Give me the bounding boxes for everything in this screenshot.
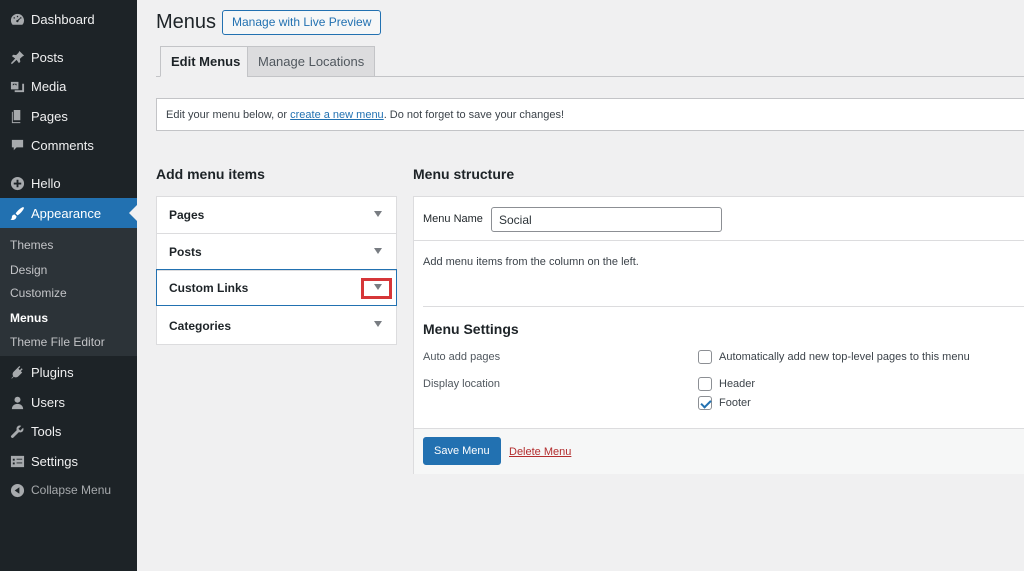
- tab-edit-menus[interactable]: Edit Menus: [160, 46, 252, 77]
- sidebar-item-label: Comments: [31, 137, 94, 153]
- submenu-item-design[interactable]: Design: [10, 263, 47, 277]
- sidebar-item-label: Appearance: [31, 205, 102, 221]
- menu-structure-heading: Menu structure: [413, 166, 515, 182]
- auto-add-pages-option-label: Automatically add new top-level pages to…: [719, 351, 970, 363]
- admin-sidebar: Dashboard Posts Media Pages Comments Hel…: [0, 0, 137, 571]
- delete-menu-link[interactable]: Delete Menu: [509, 446, 571, 458]
- sidebar-item-label: Pages: [31, 108, 68, 124]
- location-footer-option[interactable]: Footer: [698, 396, 751, 410]
- media-icon: [9, 78, 25, 94]
- edit-menu-notice: Edit your menu below, or create a new me…: [156, 98, 1024, 131]
- sidebar-item-media[interactable]: Media: [0, 71, 137, 101]
- sidebar-item-appearance[interactable]: Appearance: [0, 198, 137, 228]
- sidebar-item-label: Hello: [31, 175, 61, 191]
- add-menu-items-accordion: Pages Posts Custom Links Categories: [156, 196, 397, 345]
- panel-header-divider: [414, 240, 1024, 241]
- sidebar-item-label: Tools: [31, 423, 62, 439]
- sidebar-item-posts[interactable]: Posts: [0, 42, 137, 72]
- sidebar-item-pages[interactable]: Pages: [0, 101, 137, 131]
- paintbrush-icon: [9, 205, 25, 221]
- create-new-menu-link[interactable]: create a new menu: [290, 109, 384, 121]
- menu-name-label: Menu Name: [423, 213, 483, 225]
- auto-add-pages-option[interactable]: Automatically add new top-level pages to…: [698, 350, 970, 364]
- notice-prefix: Edit your menu below, or: [166, 109, 291, 121]
- location-footer-checkbox[interactable]: [698, 396, 712, 410]
- menu-actions-bar: Save Menu Delete Menu: [414, 428, 1024, 474]
- accordion-section-label: Posts: [169, 245, 202, 259]
- sidebar-item-label: Settings: [31, 453, 78, 469]
- sidebar-item-label: Media: [31, 78, 67, 94]
- accordion-section-categories[interactable]: Categories: [157, 307, 396, 344]
- location-header-label: Header: [719, 378, 756, 390]
- submenu-item-theme-file-editor[interactable]: Theme File Editor: [10, 335, 105, 349]
- chevron-down-icon[interactable]: [374, 248, 382, 254]
- location-footer-label: Footer: [719, 397, 751, 409]
- pages-icon: [9, 108, 25, 124]
- sidebar-item-hello[interactable]: Hello: [0, 168, 137, 198]
- collapse-menu-button[interactable]: Collapse Menu: [0, 475, 137, 505]
- sidebar-item-plugins[interactable]: Plugins: [0, 357, 137, 387]
- display-location-label: Display location: [423, 378, 501, 390]
- collapse-icon: [9, 482, 25, 498]
- sidebar-item-comments[interactable]: Comments: [0, 130, 137, 160]
- add-menu-items-heading: Add menu items: [156, 166, 265, 182]
- chevron-down-icon[interactable]: [374, 211, 382, 217]
- wrench-icon: [9, 423, 25, 439]
- location-header-checkbox[interactable]: [698, 377, 712, 391]
- save-menu-button[interactable]: Save Menu: [423, 437, 501, 465]
- location-header-option[interactable]: Header: [698, 377, 755, 391]
- plus-circle-icon: [9, 175, 25, 191]
- sidebar-item-settings[interactable]: Settings: [0, 446, 137, 476]
- accordion-section-label: Custom Links: [169, 280, 249, 295]
- accordion-section-pages[interactable]: Pages: [157, 197, 396, 234]
- accordion-section-label: Pages: [169, 208, 205, 222]
- sidebar-item-users[interactable]: Users: [0, 387, 137, 417]
- tab-manage-locations[interactable]: Manage Locations: [247, 46, 376, 77]
- collapse-menu-label: Collapse Menu: [31, 483, 112, 497]
- settings-divider: [423, 306, 1024, 307]
- menu-name-input[interactable]: [491, 207, 722, 232]
- dashboard-icon: [9, 11, 25, 27]
- notice-suffix: . Do not forget to save your changes!: [383, 109, 565, 121]
- chevron-down-icon[interactable]: [374, 321, 382, 327]
- sidebar-item-label: Dashboard: [31, 11, 95, 27]
- manage-live-preview-button[interactable]: Manage with Live Preview: [222, 10, 382, 35]
- submenu-item-themes[interactable]: Themes: [10, 238, 53, 252]
- sidebar-item-dashboard[interactable]: Dashboard: [0, 4, 137, 34]
- highlight-annotation-box: [361, 278, 392, 299]
- comments-icon: [9, 137, 25, 153]
- settings-icon: [9, 453, 25, 469]
- page-title: Menus: [156, 11, 217, 33]
- auto-add-pages-checkbox[interactable]: [698, 350, 712, 364]
- plugins-icon: [9, 364, 25, 380]
- appearance-submenu: Themes Design Customize Menus Theme File…: [0, 228, 137, 356]
- sidebar-item-tools[interactable]: Tools: [0, 416, 137, 446]
- sidebar-item-label: Users: [31, 394, 65, 410]
- menu-settings-title: Menu Settings: [423, 321, 519, 337]
- menu-structure-panel: Menu Name Add menu items from the column…: [413, 196, 1024, 474]
- pin-icon: [9, 49, 25, 65]
- sidebar-item-label: Posts: [31, 49, 64, 65]
- accordion-section-posts[interactable]: Posts: [157, 234, 396, 271]
- sidebar-item-label: Plugins: [31, 364, 74, 380]
- accordion-section-label: Categories: [169, 318, 232, 333]
- submenu-item-menus[interactable]: Menus: [10, 311, 48, 325]
- auto-add-pages-label: Auto add pages: [423, 351, 501, 363]
- menu-instructions: Add menu items from the column on the le…: [423, 256, 639, 268]
- users-icon: [9, 394, 25, 410]
- submenu-item-customize[interactable]: Customize: [10, 286, 67, 300]
